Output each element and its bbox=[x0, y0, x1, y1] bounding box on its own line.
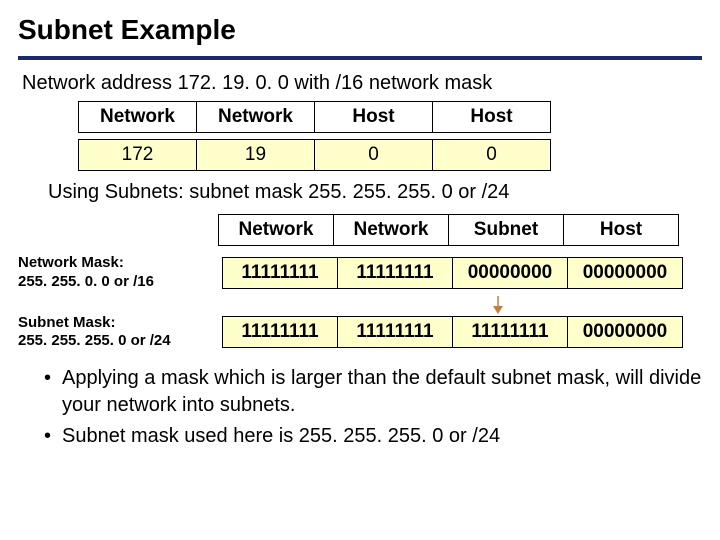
sm-c0: 11111111 bbox=[223, 317, 338, 348]
arrow-down bbox=[218, 300, 702, 314]
nm-c1: 11111111 bbox=[338, 257, 453, 288]
sm-l2: 255. 255. 255. 0 or /24 bbox=[18, 332, 208, 351]
t1-h1: Network bbox=[197, 102, 315, 133]
subnet-mask-label: Subnet Mask: 255. 255. 255. 0 or /24 bbox=[18, 314, 208, 352]
intro-text: Network address 172. 19. 0. 0 with /16 n… bbox=[22, 72, 702, 95]
bullet-1: Applying a mask which is larger than the… bbox=[44, 365, 702, 419]
sm-c1: 11111111 bbox=[338, 317, 453, 348]
bullet-list: Applying a mask which is larger than the… bbox=[44, 365, 702, 450]
address-table: Network Network Host Host 172 19 0 0 bbox=[78, 101, 702, 171]
t1-h2: Host bbox=[315, 102, 433, 133]
nm-c2: 00000000 bbox=[453, 257, 568, 288]
t2-h1: Network bbox=[334, 215, 449, 246]
slide: Subnet Example Network address 172. 19. … bbox=[0, 0, 720, 472]
sm-c3: 00000000 bbox=[568, 317, 683, 348]
t1-h3: Host bbox=[433, 102, 551, 133]
network-mask-label: Network Mask: 255. 255. 0. 0 or /16 bbox=[18, 254, 208, 292]
t1-v2: 0 bbox=[315, 140, 433, 171]
using-subnets-text: Using Subnets: subnet mask 255. 255. 255… bbox=[48, 181, 702, 204]
network-mask-row: Network Mask: 255. 255. 0. 0 or /16 1111… bbox=[18, 254, 702, 292]
t2-h2: Subnet bbox=[449, 215, 564, 246]
slide-title: Subnet Example bbox=[18, 14, 702, 46]
nm-l2: 255. 255. 0. 0 or /16 bbox=[18, 273, 208, 292]
t1-h0: Network bbox=[79, 102, 197, 133]
t1-v1: 19 bbox=[197, 140, 315, 171]
t1-v0: 172 bbox=[79, 140, 197, 171]
nm-l1: Network Mask: bbox=[18, 254, 208, 273]
sm-c2: 11111111 bbox=[453, 317, 568, 348]
t2-h3: Host bbox=[564, 215, 679, 246]
mask-header-table: Network Network Subnet Host bbox=[218, 214, 702, 246]
arrow-down-icon bbox=[488, 296, 508, 316]
t1-v3: 0 bbox=[433, 140, 551, 171]
nm-c3: 00000000 bbox=[568, 257, 683, 288]
bullet-2: Subnet mask used here is 255. 255. 255. … bbox=[44, 423, 702, 450]
title-rule bbox=[18, 56, 702, 60]
nm-c0: 11111111 bbox=[223, 257, 338, 288]
sm-l1: Subnet Mask: bbox=[18, 314, 208, 333]
subnet-mask-row: Subnet Mask: 255. 255. 255. 0 or /24 111… bbox=[18, 314, 702, 352]
t2-h0: Network bbox=[219, 215, 334, 246]
